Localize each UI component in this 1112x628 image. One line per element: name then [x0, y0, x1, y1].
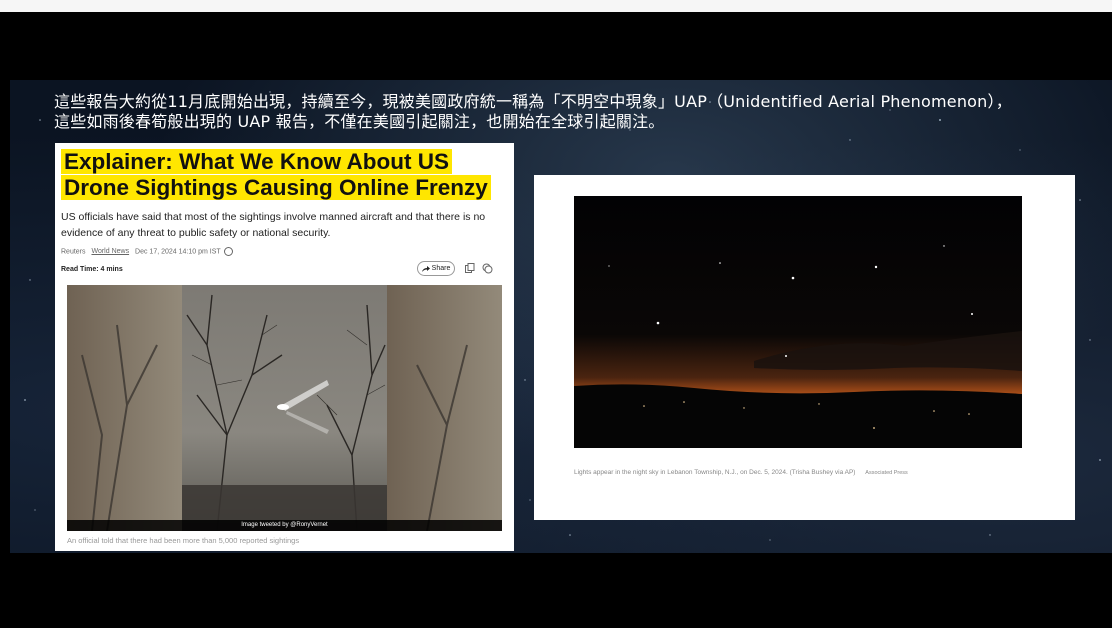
comment-icon[interactable] [482, 263, 493, 274]
article-source: Reuters [61, 248, 86, 256]
night-sky-image [574, 196, 1022, 448]
night-sky-photo [574, 196, 1022, 448]
article-headline: Explainer: What We Know About US Drone S… [61, 149, 501, 201]
headline-line-2: Drone Sightings Causing Online Frenzy [61, 175, 491, 200]
subtitle-caption: 這些報告大約從11月底開始出現，持續至今，現被美國政府統一稱為「不明空中現象」U… [54, 92, 1104, 132]
drone-sky-photo [67, 285, 502, 531]
video-frame: 這些報告大約從11月底開始出現，持續至今，現被美國政府統一稱為「不明空中現象」U… [0, 0, 1112, 628]
image-credit: Image tweeted by @RonyVernet [67, 520, 502, 531]
article-meta: Reuters World News Dec 17, 2024 14:10 pm… [61, 247, 511, 256]
clock-icon [224, 247, 234, 256]
caption-line-1: 這些報告大約從11月底開始出現，持續至今，現被美國政府統一稱為「不明空中現象」U… [54, 92, 1012, 111]
article-photo: Image tweeted by @RonyVernet [67, 285, 502, 531]
copy-icon[interactable] [465, 263, 475, 273]
night-photo-caption: Lights appear in the night sky in Lebano… [574, 467, 954, 479]
news-article-card: Explainer: What We Know About US Drone S… [55, 143, 514, 551]
agency-credit: Associated Press [865, 470, 908, 476]
read-time: Read Time: 4 mins [61, 266, 123, 273]
bottom-letterbox [0, 553, 1112, 628]
share-button[interactable]: Share [417, 261, 455, 276]
top-strip [0, 0, 1112, 12]
night-caption-text: Lights appear in the night sky in Lebano… [574, 469, 856, 476]
article-date: Dec 17, 2024 14:10 pm IST [135, 248, 221, 256]
ap-photo-card: Lights appear in the night sky in Lebano… [534, 175, 1075, 520]
share-arrow-icon [421, 266, 430, 272]
caption-line-2: 這些如雨後春筍般出現的 UAP 報告，不僅在美國引起關注，也開始在全球引起關注。 [54, 112, 665, 131]
section-link[interactable]: World News [91, 248, 129, 255]
article-deck: US officials have said that most of the … [61, 211, 486, 239]
photo-caption: An official told that there had been mor… [67, 536, 300, 545]
share-label: Share [431, 265, 451, 272]
headline-line-1: Explainer: What We Know About US [61, 149, 453, 174]
